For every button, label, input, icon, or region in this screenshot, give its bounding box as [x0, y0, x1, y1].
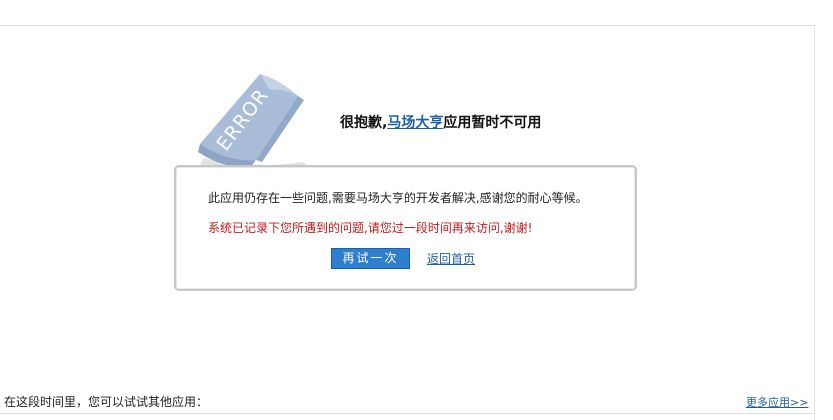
home-link[interactable]: 返回首页 — [427, 250, 475, 267]
more-apps-link[interactable]: 更多应用>> — [746, 394, 808, 410]
logged-message: 系统已记录下您所遇到的问题,请您过一段时间再来访问,谢谢! — [208, 221, 533, 235]
title-prefix: 很抱歉, — [340, 115, 388, 131]
footer-hint: 在这段时间里，您可以试试其他应用： — [4, 395, 209, 409]
right-divider — [814, 25, 815, 420]
page-title: 很抱歉,马场大亨应用暂时不可用 — [340, 112, 541, 132]
error-page: ERROR 很抱歉,马场大亨应用暂时不可用 此应用仍存在一些问题,需要马场大亨的… — [0, 0, 833, 420]
message-panel: 此应用仍存在一些问题,需要马场大亨的开发者解决,感谢您的耐心等候。 系统已记录下… — [174, 165, 637, 291]
bottom-divider — [0, 413, 815, 414]
retry-button[interactable]: 再试一次 — [331, 248, 410, 269]
top-divider — [0, 25, 815, 26]
error-paper-icon: ERROR — [198, 74, 310, 172]
title-suffix: 应用暂时不可用 — [443, 115, 542, 131]
app-name-link[interactable]: 马场大亨 — [387, 115, 443, 131]
problem-message: 此应用仍存在一些问题,需要马场大亨的开发者解决,感谢您的耐心等候。 — [208, 191, 588, 205]
